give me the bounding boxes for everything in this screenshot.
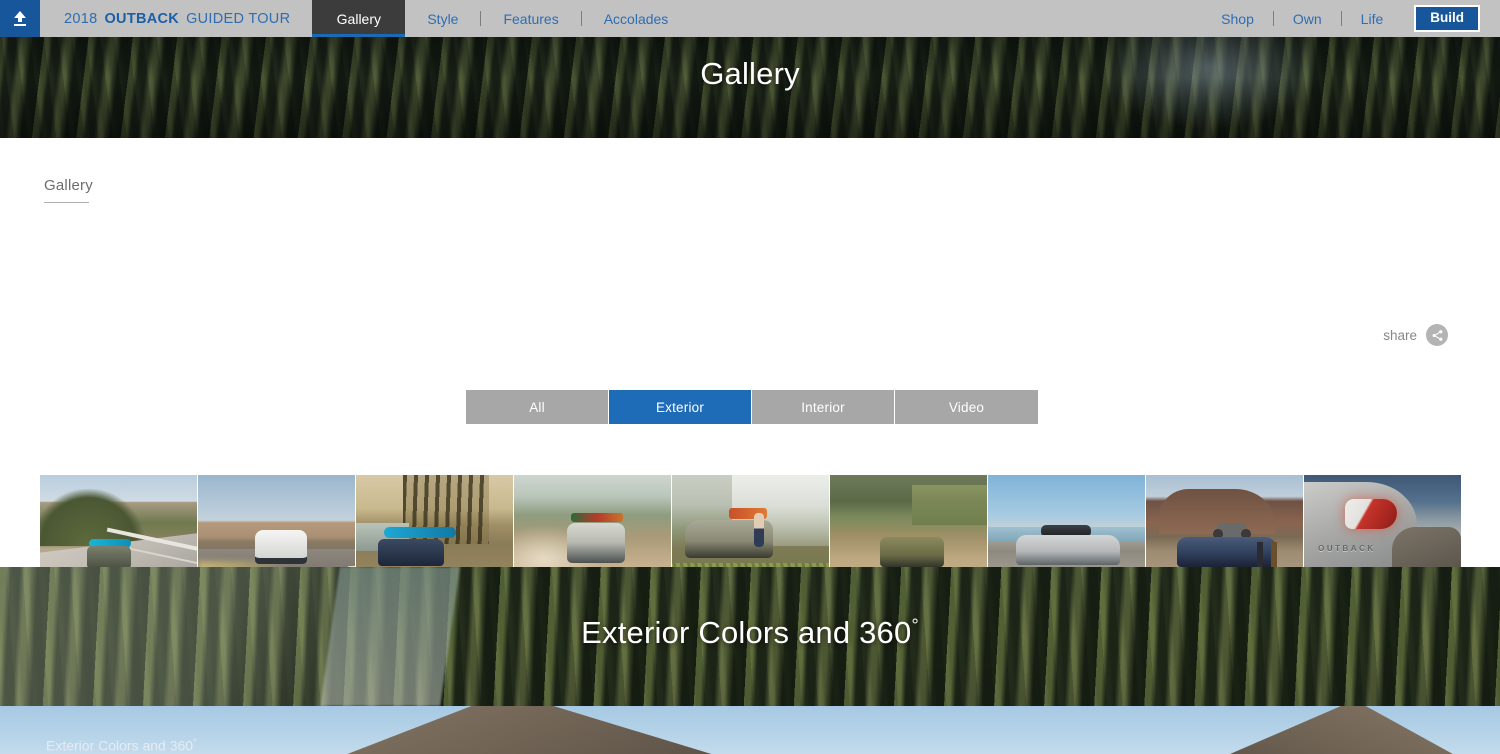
share-label: share [1383,327,1417,343]
outback-badge-text: OUTBACK [1318,544,1376,554]
tab-style[interactable]: Style [405,0,480,37]
tab-style-label: Style [427,10,459,27]
hero-title: Gallery [700,56,800,91]
tab-accolades[interactable]: Accolades [582,0,691,37]
degree-symbol: ° [911,615,919,636]
filter-all[interactable]: All [466,390,609,424]
tab-gallery-label: Gallery [336,10,382,27]
degree-symbol: ° [193,737,197,748]
brand-suffix: GUIDED TOUR [186,10,291,27]
utility-navigation: Shop Own Life Build [1202,0,1500,37]
tab-features[interactable]: Features [481,0,580,37]
preview-section-label: Exterior Colors and 360° [46,737,197,754]
home-up-button[interactable] [0,0,40,37]
gallery-filter-tabs: All Exterior Interior Video [466,390,1038,424]
section-heading-label: Gallery [44,177,93,194]
nav-link-life[interactable]: Life [1342,11,1403,27]
filter-exterior[interactable]: Exterior [609,390,752,424]
top-navigation-bar: 2018 OUTBACK GUIDED TOUR Gallery Style F… [0,0,1500,37]
up-arrow-icon [11,9,29,29]
build-button[interactable]: Build [1414,5,1480,32]
share-button[interactable]: share [1383,324,1448,346]
primary-tabs: Gallery Style Features Accolades [312,0,690,37]
filter-video[interactable]: Video [895,390,1038,424]
gallery-section: Gallery share All Exterior Interior Vide… [0,138,1500,637]
section-heading-underline [44,202,89,203]
share-icon [1426,324,1448,346]
nav-link-own[interactable]: Own [1274,11,1341,27]
preview-section-label-text: Exterior Colors and 360 [46,738,194,754]
exterior-colors-title: Exterior Colors and 360° [0,615,1500,651]
section-heading: Gallery [44,177,93,203]
filter-interior[interactable]: Interior [752,390,895,424]
tab-gallery[interactable]: Gallery [312,0,406,37]
exterior-colors-title-text: Exterior Colors and 360 [581,615,912,650]
brand-breadcrumb[interactable]: 2018 OUTBACK GUIDED TOUR [40,0,312,37]
brand-model: OUTBACK [104,10,180,27]
exterior-colors-banner: Exterior Colors and 360° [0,567,1500,706]
tab-accolades-label: Accolades [603,10,669,27]
tab-features-label: Features [503,10,559,27]
brand-year: 2018 [64,10,98,27]
hero-banner: Gallery [0,37,1500,138]
nav-link-shop[interactable]: Shop [1202,11,1273,27]
next-section-preview: Exterior Colors and 360° [0,706,1500,754]
